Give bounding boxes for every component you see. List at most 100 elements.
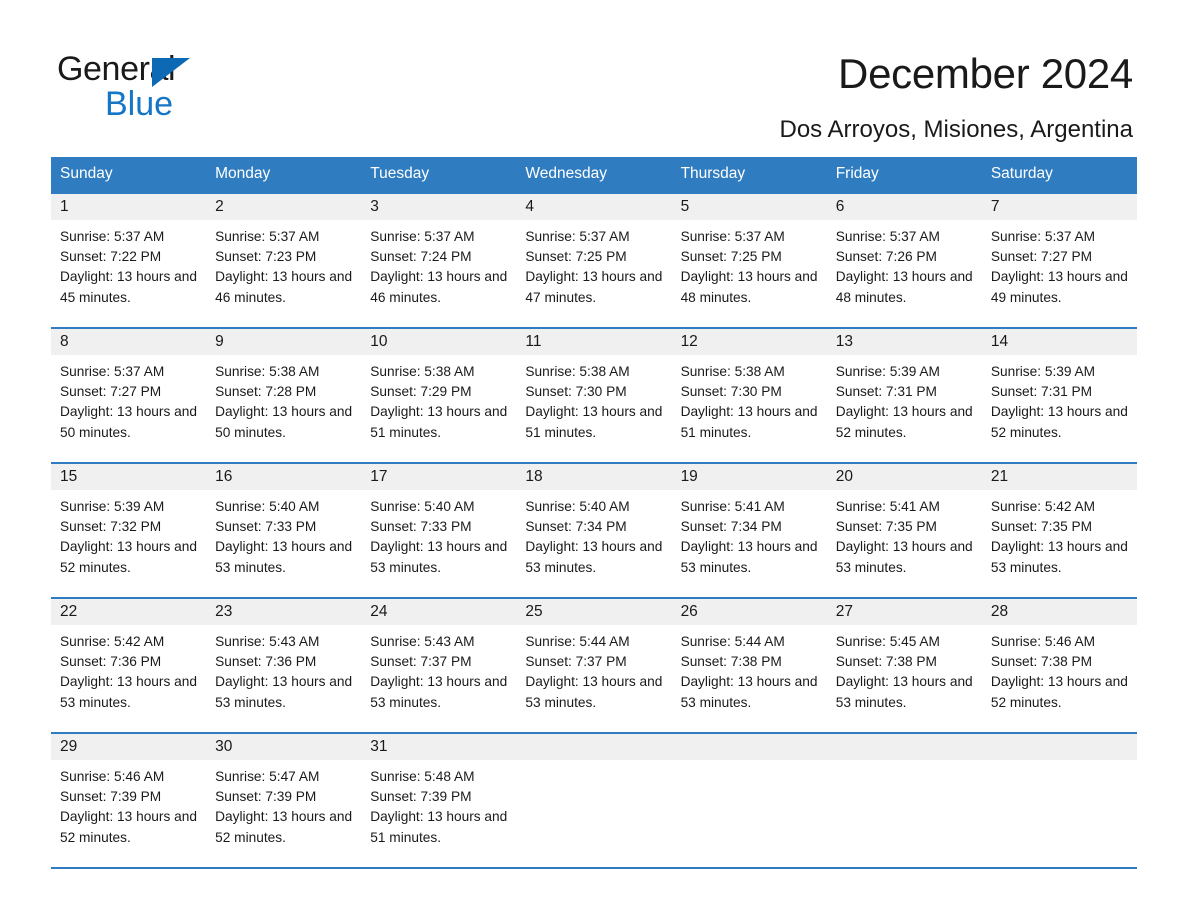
calendar-day-cell[interactable]: 3 Sunrise: 5:37 AM Sunset: 7:24 PM Daylight… — [361, 192, 517, 328]
day-cell-inner — [516, 734, 672, 867]
calendar-table: Sunday Monday Tuesday Wednesday Thursday… — [51, 157, 1137, 869]
calendar-day-cell[interactable]: 22 Sunrise: 5:42 AM Sunset: 7:36 PM Dayligh… — [51, 597, 207, 733]
sunrise-text: Sunrise: 5:37 AM — [60, 364, 165, 379]
day-cell-inner — [981, 734, 1137, 867]
day-cell-inner: 15 Sunrise: 5:39 AM Sunset: 7:32 PM Dayligh… — [51, 464, 207, 597]
day-number: 29 — [51, 734, 207, 760]
day-details — [516, 760, 671, 767]
day-details — [982, 760, 1137, 767]
calendar-day-cell[interactable]: 13 Sunrise: 5:39 AM Sunset: 7:31 PM Dayligh… — [826, 327, 982, 463]
day-cell-inner: 31 Sunrise: 5:48 AM Sunset: 7:39 PM Dayligh… — [361, 734, 517, 867]
calendar-day-cell[interactable]: 26 Sunrise: 5:44 AM Sunset: 7:38 PM Dayligh… — [671, 597, 827, 733]
day-number: 11 — [516, 329, 672, 355]
calendar-day-cell[interactable]: 9 Sunrise: 5:38 AM Sunset: 7:28 PM Daylight… — [206, 327, 362, 463]
daylight-text: Daylight: 13 hours and 47 minutes. — [525, 269, 663, 305]
day-cell-inner: 9 Sunrise: 5:38 AM Sunset: 7:28 PM Daylight… — [206, 329, 362, 462]
day-number: 10 — [361, 329, 517, 355]
calendar-day-cell-empty — [671, 732, 827, 869]
daylight-text: Daylight: 13 hours and 52 minutes. — [215, 809, 353, 845]
day-number: 24 — [361, 599, 517, 625]
daylight-text: Daylight: 13 hours and 50 minutes. — [215, 404, 353, 440]
day-number: 27 — [826, 599, 982, 625]
calendar-day-cell[interactable]: 29 Sunrise: 5:46 AM Sunset: 7:39 PM Dayligh… — [51, 732, 207, 869]
calendar-day-cell[interactable]: 15 Sunrise: 5:39 AM Sunset: 7:32 PM Dayligh… — [51, 462, 207, 598]
calendar-day-cell[interactable]: 6 Sunrise: 5:37 AM Sunset: 7:26 PM Daylight… — [826, 192, 982, 328]
weekday-header-tuesday: Tuesday — [361, 157, 517, 193]
calendar-day-cell[interactable]: 27 Sunrise: 5:45 AM Sunset: 7:38 PM Dayligh… — [826, 597, 982, 733]
sunset-text: Sunset: 7:31 PM — [990, 384, 1093, 400]
daylight-text: Daylight: 13 hours and 53 minutes. — [680, 539, 818, 575]
calendar-day-cell[interactable]: 18 Sunrise: 5:40 AM Sunset: 7:34 PM Dayligh… — [516, 462, 672, 598]
day-details: Sunrise: 5:37 AM Sunset: 7:22 PM Daylight:… — [51, 220, 206, 308]
daylight-text: Daylight: 13 hours and 50 minutes. — [60, 404, 197, 440]
calendar-day-cell[interactable]: 19 Sunrise: 5:41 AM Sunset: 7:34 PM Dayligh… — [671, 462, 827, 598]
day-details: Sunrise: 5:44 AM Sunset: 7:38 PM Daylight:… — [672, 625, 827, 713]
sunset-text: Sunset: 7:22 PM — [60, 249, 162, 265]
sunrise-text: Sunrise: 5:38 AM — [215, 364, 320, 379]
calendar-day-cell[interactable]: 2 Sunrise: 5:37 AM Sunset: 7:23 PM Daylight… — [206, 192, 362, 328]
sunrise-text: Sunrise: 5:40 AM — [370, 499, 475, 514]
day-cell-inner: 7 Sunrise: 5:37 AM Sunset: 7:27 PM Daylight… — [981, 194, 1137, 327]
day-details: Sunrise: 5:45 AM Sunset: 7:38 PM Daylight:… — [827, 625, 982, 713]
day-details: Sunrise: 5:38 AM Sunset: 7:30 PM Daylight:… — [672, 355, 827, 443]
page-header: General Blue December 2024 Dos Arroyos, … — [0, 0, 1188, 143]
calendar-day-cell[interactable]: 16 Sunrise: 5:40 AM Sunset: 7:33 PM Dayligh… — [206, 462, 362, 598]
day-details: Sunrise: 5:38 AM Sunset: 7:29 PM Daylight:… — [361, 355, 516, 443]
sunrise-text: Sunrise: 5:41 AM — [835, 499, 940, 514]
calendar-day-cell-empty — [981, 732, 1137, 869]
calendar-day-cell[interactable]: 24 Sunrise: 5:43 AM Sunset: 7:37 PM Dayligh… — [361, 597, 517, 733]
calendar-week-row: 22 Sunrise: 5:42 AM Sunset: 7:36 PM Dayligh… — [51, 597, 1137, 733]
sunset-text: Sunset: 7:27 PM — [60, 384, 162, 400]
calendar-day-cell[interactable]: 5 Sunrise: 5:37 AM Sunset: 7:25 PM Daylight… — [671, 192, 827, 328]
calendar-day-cell[interactable]: 28 Sunrise: 5:46 AM Sunset: 7:38 PM Dayligh… — [981, 597, 1137, 733]
general-blue-logo[interactable]: General Blue — [57, 52, 327, 124]
calendar-day-cell[interactable]: 12 Sunrise: 5:38 AM Sunset: 7:30 PM Dayligh… — [671, 327, 827, 463]
day-number: 2 — [206, 194, 362, 220]
calendar-day-cell[interactable]: 21 Sunrise: 5:42 AM Sunset: 7:35 PM Dayligh… — [981, 462, 1137, 598]
sunrise-text: Sunrise: 5:42 AM — [60, 634, 165, 649]
day-details: Sunrise: 5:46 AM Sunset: 7:38 PM Daylight:… — [982, 625, 1137, 713]
day-cell-inner — [826, 734, 982, 867]
sunrise-text: Sunrise: 5:40 AM — [215, 499, 320, 514]
day-details: Sunrise: 5:37 AM Sunset: 7:25 PM Daylight:… — [516, 220, 671, 308]
sunrise-text: Sunrise: 5:45 AM — [835, 634, 940, 649]
day-number: 12 — [671, 329, 827, 355]
calendar-day-cell[interactable]: 20 Sunrise: 5:41 AM Sunset: 7:35 PM Dayligh… — [826, 462, 982, 598]
day-number — [826, 734, 982, 760]
sunrise-text: Sunrise: 5:37 AM — [680, 229, 785, 244]
calendar-day-cell[interactable]: 4 Sunrise: 5:37 AM Sunset: 7:25 PM Daylight… — [516, 192, 672, 328]
calendar-day-cell[interactable]: 25 Sunrise: 5:44 AM Sunset: 7:37 PM Dayligh… — [516, 597, 672, 733]
day-number: 13 — [826, 329, 982, 355]
calendar-week-row: 15 Sunrise: 5:39 AM Sunset: 7:32 PM Dayligh… — [51, 462, 1137, 598]
calendar-day-cell[interactable]: 31 Sunrise: 5:48 AM Sunset: 7:39 PM Dayligh… — [361, 732, 517, 869]
sunrise-text: Sunrise: 5:46 AM — [990, 634, 1096, 649]
calendar-day-cell[interactable]: 17 Sunrise: 5:40 AM Sunset: 7:33 PM Dayligh… — [361, 462, 517, 598]
sunset-text: Sunset: 7:29 PM — [370, 384, 472, 400]
calendar-day-cell[interactable]: 1 Sunrise: 5:37 AM Sunset: 7:22 PM Daylight… — [51, 192, 207, 328]
day-details — [672, 760, 827, 767]
sunset-text: Sunset: 7:30 PM — [680, 384, 782, 400]
day-number: 6 — [826, 194, 982, 220]
day-details: Sunrise: 5:42 AM Sunset: 7:35 PM Daylight:… — [982, 490, 1137, 578]
daylight-text: Daylight: 13 hours and 53 minutes. — [370, 674, 508, 710]
daylight-text: Daylight: 13 hours and 53 minutes. — [990, 539, 1128, 575]
day-details: Sunrise: 5:42 AM Sunset: 7:36 PM Daylight:… — [51, 625, 206, 713]
daylight-text: Daylight: 13 hours and 53 minutes. — [680, 674, 818, 710]
calendar-day-cell[interactable]: 30 Sunrise: 5:47 AM Sunset: 7:39 PM Dayligh… — [206, 732, 362, 869]
calendar-day-cell[interactable]: 14 Sunrise: 5:39 AM Sunset: 7:31 PM Dayligh… — [981, 327, 1137, 463]
day-details: Sunrise: 5:37 AM Sunset: 7:23 PM Daylight:… — [206, 220, 361, 308]
sunrise-text: Sunrise: 5:41 AM — [680, 499, 785, 514]
calendar-day-cell-empty — [516, 732, 672, 869]
sunset-text: Sunset: 7:26 PM — [835, 249, 937, 265]
logo-triangle-icon — [152, 58, 190, 87]
calendar-day-cell[interactable]: 7 Sunrise: 5:37 AM Sunset: 7:27 PM Daylight… — [981, 192, 1137, 328]
day-cell-inner: 28 Sunrise: 5:46 AM Sunset: 7:38 PM Dayligh… — [981, 599, 1137, 732]
calendar-day-cell[interactable]: 11 Sunrise: 5:38 AM Sunset: 7:30 PM Dayligh… — [516, 327, 672, 463]
calendar-day-cell[interactable]: 23 Sunrise: 5:43 AM Sunset: 7:36 PM Dayligh… — [206, 597, 362, 733]
sunrise-text: Sunrise: 5:46 AM — [60, 769, 165, 784]
calendar-day-cell[interactable]: 8 Sunrise: 5:37 AM Sunset: 7:27 PM Daylight… — [51, 327, 207, 463]
sunrise-text: Sunrise: 5:37 AM — [215, 229, 320, 244]
calendar-day-cell[interactable]: 10 Sunrise: 5:38 AM Sunset: 7:29 PM Dayligh… — [361, 327, 517, 463]
daylight-text: Daylight: 13 hours and 49 minutes. — [990, 269, 1128, 305]
sunset-text: Sunset: 7:23 PM — [215, 249, 317, 265]
